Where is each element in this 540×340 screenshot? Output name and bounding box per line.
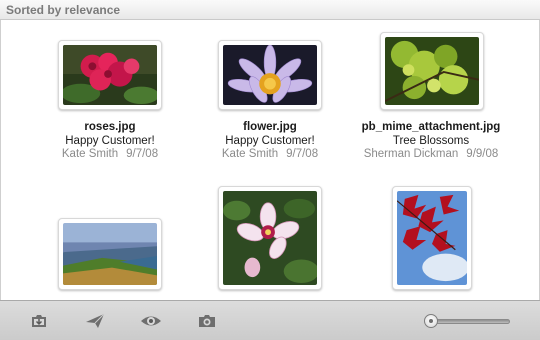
send-button[interactable] [84, 311, 106, 331]
author: Kate Smith [221, 148, 279, 160]
thumbnail-blossoms[interactable] [380, 32, 484, 110]
white-flower-image [223, 191, 317, 285]
download-icon [32, 315, 46, 327]
camera-icon [199, 315, 215, 327]
red-leaves-image [397, 191, 467, 285]
caption-item-1: roses.jpg Happy Customer! Kate Smith 9/7/… [25, 121, 195, 162]
preview-button[interactable] [140, 311, 162, 331]
comment: Tree Blossoms [392, 134, 470, 147]
date: 9/7/08 [126, 148, 159, 160]
thumbnail-coast[interactable] [58, 218, 162, 290]
caption-item-2: flower.jpg Happy Customer! Kate Smith 9/7… [185, 121, 355, 162]
blossoms-image [385, 37, 479, 105]
comment: Happy Customer! [225, 134, 315, 147]
thumbnail-roses[interactable] [58, 40, 162, 110]
send-icon [86, 313, 105, 328]
sort-header: Sorted by relevance [0, 0, 540, 20]
comment: Happy Customer! [65, 134, 155, 147]
filename[interactable]: roses.jpg [25, 121, 195, 135]
meta: Sherman Dickman 9/9/08 [346, 148, 516, 162]
download-button[interactable] [28, 311, 50, 331]
date: 9/9/08 [466, 148, 499, 160]
sort-label: Sorted by relevance [6, 3, 121, 17]
date: 9/7/08 [286, 148, 319, 160]
flower-image [223, 45, 317, 105]
coast-image [63, 223, 157, 285]
caption-item-3: pb_mime_attachment.jpg Tree Blossoms She… [346, 121, 516, 162]
meta: Kate Smith 9/7/08 [185, 148, 355, 162]
author: Kate Smith [61, 148, 119, 160]
bottom-toolbar [0, 300, 540, 340]
meta: Kate Smith 9/7/08 [25, 148, 195, 162]
author: Sherman Dickman [363, 148, 459, 160]
thumbnail-red-leaves[interactable] [392, 186, 472, 290]
camera-button[interactable] [196, 311, 218, 331]
zoom-slider-track[interactable] [428, 319, 510, 324]
filename[interactable]: flower.jpg [185, 121, 355, 135]
thumbnail-flower[interactable] [218, 40, 322, 110]
filename[interactable]: pb_mime_attachment.jpg [346, 121, 516, 135]
eye-icon [141, 316, 161, 326]
thumbnail-white-flower[interactable] [218, 186, 322, 290]
roses-image [63, 45, 157, 105]
zoom-slider-knob[interactable] [424, 314, 438, 328]
